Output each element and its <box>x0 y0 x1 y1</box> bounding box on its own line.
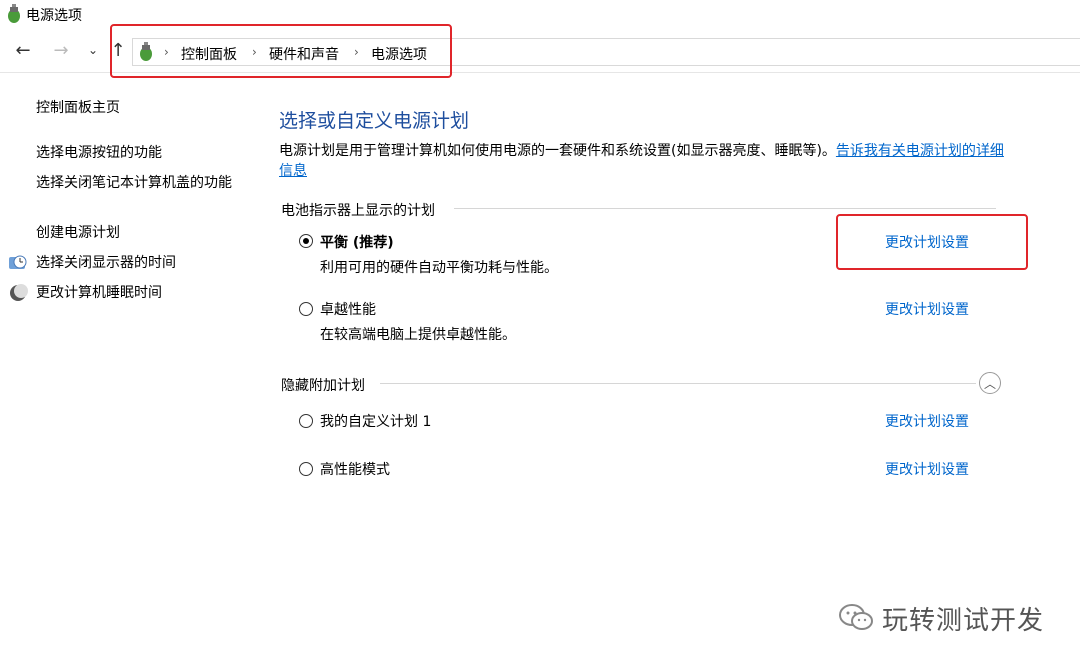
breadcrumb-hardware-sound[interactable]: 硬件和声音 <box>269 44 339 64</box>
control-panel-home-link[interactable]: 控制面板主页 <box>36 98 120 118</box>
window-title: 电源选项 <box>26 8 82 24</box>
breadcrumb-power-options[interactable]: 电源选项 <box>371 44 427 64</box>
watermark: 玩转测试开发 <box>838 600 1044 636</box>
change-plan-settings-balanced[interactable]: 更改计划设置 <box>885 232 969 252</box>
change-plan-settings-custom[interactable]: 更改计划设置 <box>885 411 969 431</box>
chevron-up-icon: ︿ <box>983 376 996 391</box>
description: 电源计划是用于管理计算机如何使用电源的一套硬件和系统设置(如显示器亮度、睡眠等)… <box>279 141 1009 181</box>
power-options-icon <box>8 4 20 23</box>
plan-desc-ultimate: 在较高端电脑上提供卓越性能。 <box>320 327 516 343</box>
collapse-button[interactable]: ︿ <box>979 372 1001 394</box>
chevron-right-icon: › <box>164 45 169 59</box>
create-power-plan-link[interactable]: 创建电源计划 <box>36 223 120 243</box>
recent-locations-button[interactable]: ⌄ <box>82 38 104 62</box>
plan-name-balanced: 平衡 (推荐) <box>320 235 394 251</box>
arrow-right-icon: → <box>53 39 69 61</box>
chevron-down-icon: ⌄ <box>87 43 99 57</box>
chevron-right-icon: › <box>354 45 359 59</box>
description-text: 电源计划是用于管理计算机如何使用电源的一套硬件和系统设置(如显示器亮度、睡眠等)… <box>279 143 836 159</box>
back-button[interactable]: ← <box>12 38 34 62</box>
radio-plan-custom[interactable] <box>299 414 313 428</box>
divider <box>454 208 996 209</box>
power-button-function-link[interactable]: 选择电源按钮的功能 <box>36 143 162 163</box>
plan-name-high-performance: 高性能模式 <box>320 462 390 478</box>
chevron-right-icon: › <box>252 45 257 59</box>
change-plan-settings-high-performance[interactable]: 更改计划设置 <box>885 459 969 479</box>
moon-icon <box>10 284 28 301</box>
change-plan-settings-ultimate[interactable]: 更改计划设置 <box>885 299 969 319</box>
plan-desc-balanced: 利用可用的硬件自动平衡功耗与性能。 <box>320 260 558 276</box>
page-title: 选择或自定义电源计划 <box>279 110 470 132</box>
radio-plan-high-performance[interactable] <box>299 462 313 476</box>
radio-plan-balanced[interactable] <box>299 234 313 248</box>
arrow-left-icon: ← <box>15 39 31 61</box>
watermark-text: 玩转测试开发 <box>882 605 1045 636</box>
section-battery-plans: 电池指示器上显示的计划 <box>281 203 435 219</box>
forward-button[interactable]: → <box>50 38 72 62</box>
display-clock-icon <box>9 255 27 269</box>
sleep-time-link[interactable]: 更改计算机睡眠时间 <box>36 283 162 303</box>
radio-plan-ultimate[interactable] <box>299 302 313 316</box>
wechat-icon <box>839 604 873 630</box>
section-hidden-plans: 隐藏附加计划 <box>281 378 365 394</box>
plan-name-custom: 我的自定义计划 1 <box>320 414 432 430</box>
divider <box>380 383 976 384</box>
breadcrumb-control-panel[interactable]: 控制面板 <box>181 44 237 64</box>
lid-close-function-link[interactable]: 选择关闭笔记本计算机盖的功能 <box>36 173 246 193</box>
plan-name-ultimate: 卓越性能 <box>320 302 376 318</box>
power-options-icon <box>140 42 152 61</box>
display-off-time-link[interactable]: 选择关闭显示器的时间 <box>36 253 176 273</box>
